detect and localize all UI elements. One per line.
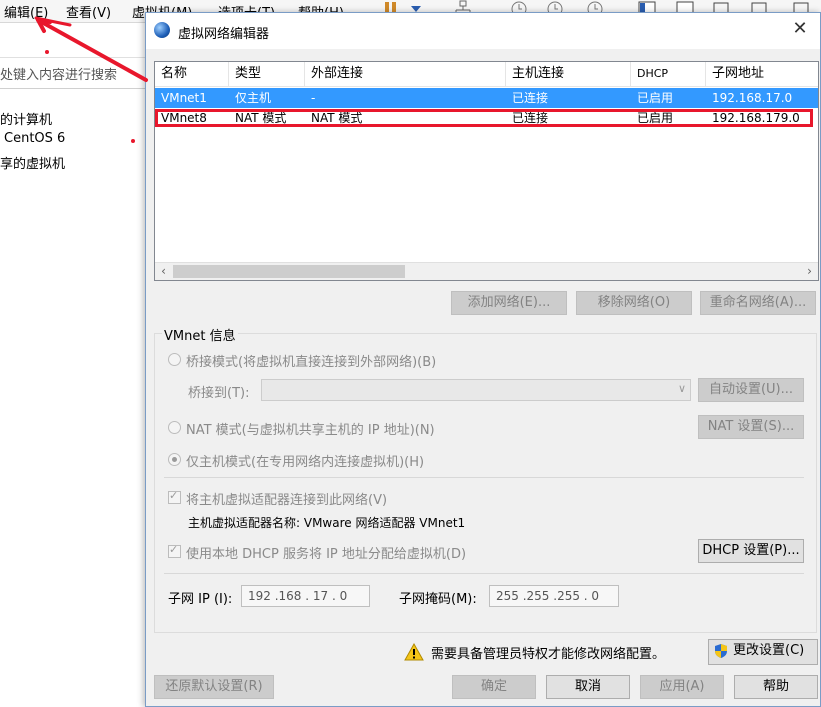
list-header: 名称 类型 外部连接 主机连接 DHCP 子网地址 [155, 62, 818, 87]
subnet-ip-input[interactable]: 192 .168 . 17 . 0 [241, 585, 370, 607]
cell-subnet: 192.168.17.0 [712, 91, 793, 105]
subnet-ip-label: 子网 IP (I): [168, 592, 233, 607]
virtual-network-editor-dialog: 虚拟网络编辑器 ✕ 名称 类型 外部连接 主机连接 DHCP 子网地址 VMne… [145, 12, 821, 707]
remove-network-button[interactable]: 移除网络(O) [576, 291, 692, 315]
tree-item-centos[interactable]: CentOS 6 [4, 131, 65, 146]
nat-mode-radio[interactable] [168, 421, 181, 434]
divider [164, 573, 804, 574]
change-settings-label: 更改设置(C) [733, 643, 805, 658]
library-panel: 处键入内容进行搜索 的计算机 CentOS 6 享的虚拟机 [0, 23, 145, 707]
bridge-mode-radio[interactable] [168, 353, 181, 366]
apply-button[interactable]: 应用(A) [640, 675, 724, 699]
network-list[interactable]: 名称 类型 外部连接 主机连接 DHCP 子网地址 VMnet1 仅主机 - 已… [154, 61, 819, 281]
dhcp-settings-button[interactable]: DHCP 设置(P)... [698, 539, 804, 563]
tree-item-my-computer[interactable]: 的计算机 [0, 109, 52, 128]
divider [164, 477, 804, 478]
chevron-down-icon: ∨ [677, 382, 686, 395]
scroll-right-icon[interactable]: › [801, 263, 818, 280]
bridge-to-select[interactable]: ∨ [261, 379, 691, 401]
rename-network-button[interactable]: 重命名网络(A)... [700, 291, 816, 315]
add-network-button[interactable]: 添加网络(E)... [451, 291, 567, 315]
table-row[interactable]: VMnet1 仅主机 - 已连接 已启用 192.168.17.0 [155, 88, 818, 108]
adapter-name-text: 主机虚拟适配器名称: VMware 网络适配器 VMnet1 [188, 516, 466, 530]
connect-adapter-label: 将主机虚拟适配器连接到此网络(V) [186, 493, 388, 508]
close-icon[interactable]: ✕ [780, 13, 820, 45]
auto-settings-button[interactable]: 自动设置(U)... [698, 378, 804, 402]
restore-defaults-button[interactable]: 还原默认设置(R) [154, 675, 274, 699]
cell-host: 已连接 [512, 91, 549, 105]
horizontal-scrollbar[interactable]: ‹ › [155, 262, 818, 280]
search-placeholder: 处键入内容进行搜索 [0, 68, 118, 83]
bridge-mode-label: 桥接模式(将虚拟机直接连接到外部网络)(B) [186, 355, 437, 370]
dialog-titlebar: 虚拟网络编辑器 ✕ [146, 13, 820, 49]
nat-settings-button[interactable]: NAT 设置(S)... [698, 415, 804, 439]
column-dhcp[interactable]: DHCP [631, 62, 706, 86]
use-dhcp-checkbox[interactable] [168, 543, 181, 558]
change-settings-button[interactable]: 更改设置(C) [708, 639, 818, 665]
admin-warning-text: 需要具备管理员特权才能修改网络配置。 [431, 647, 666, 662]
nat-mode-label: NAT 模式(与虚拟机共享主机的 IP 地址)(N) [186, 423, 435, 438]
scroll-thumb[interactable] [173, 265, 405, 278]
connect-adapter-checkbox[interactable] [168, 489, 181, 504]
host-only-label: 仅主机模式(在专用网络内连接虚拟机)(H) [186, 455, 425, 470]
scroll-left-icon[interactable]: ‹ [155, 263, 172, 280]
network-globe-icon [154, 22, 170, 38]
subnet-mask-input[interactable]: 255 .255 .255 . 0 [489, 585, 619, 607]
dialog-title: 虚拟网络编辑器 [178, 27, 270, 42]
cell-dhcp: 已启用 [637, 91, 674, 105]
menu-edit[interactable]: 编辑(E) [4, 2, 48, 21]
cell-name: VMnet1 [161, 91, 207, 105]
tree-item-shared-vms[interactable]: 享的虚拟机 [0, 153, 65, 172]
bridge-to-label: 桥接到(T): [188, 386, 250, 401]
annotation-highlight-box [155, 109, 813, 127]
help-button[interactable]: 帮助 [734, 675, 818, 699]
menu-view[interactable]: 查看(V) [66, 2, 111, 21]
warning-icon [404, 643, 424, 661]
cell-type: 仅主机 [235, 91, 272, 105]
use-dhcp-label: 使用本地 DHCP 服务将 IP 地址分配给虚拟机(D) [186, 547, 467, 562]
column-name[interactable]: 名称 [155, 62, 229, 86]
column-host[interactable]: 主机连接 [506, 62, 631, 86]
cell-external: - [311, 91, 316, 105]
column-subnet[interactable]: 子网地址 [706, 62, 818, 86]
host-only-radio[interactable] [168, 453, 181, 466]
vmnet-info-title: VMnet 信息 [162, 325, 238, 344]
subnet-mask-label: 子网掩码(M): [399, 592, 477, 607]
column-type[interactable]: 类型 [229, 62, 305, 86]
shield-icon [715, 644, 727, 658]
column-external[interactable]: 外部连接 [305, 62, 506, 86]
library-search[interactable]: 处键入内容进行搜索 [0, 57, 145, 89]
ok-button[interactable]: 确定 [452, 675, 536, 699]
cancel-button[interactable]: 取消 [546, 675, 630, 699]
